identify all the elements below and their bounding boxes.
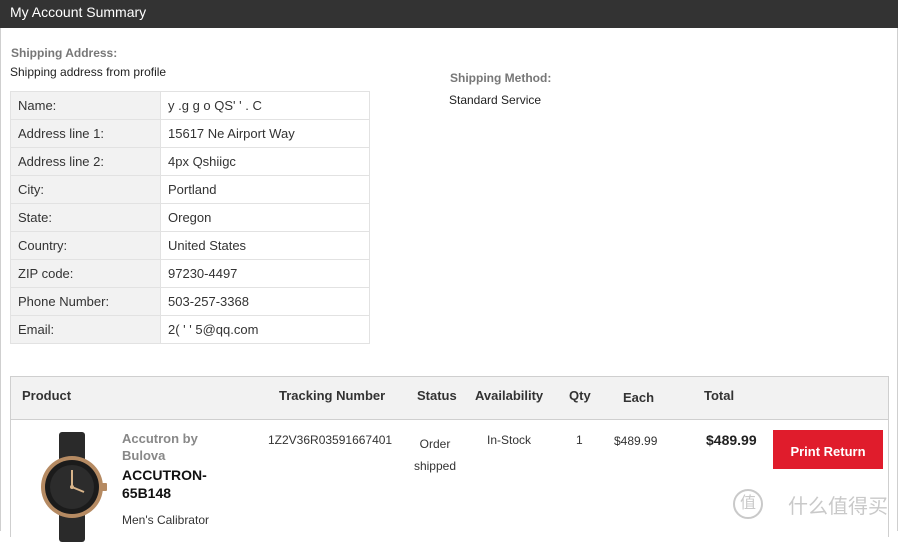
col-availability: Availability — [475, 388, 544, 403]
address-field-label: ZIP code: — [10, 259, 161, 288]
address-field-value: y .g g o QS' ' . C — [160, 91, 370, 120]
address-row: Phone Number: 503-257-3368 — [10, 287, 370, 316]
address-field-label: Address line 2: — [10, 147, 161, 176]
address-field-label: Name: — [10, 91, 161, 120]
col-each: Each — [623, 390, 655, 405]
address-field-value: Portland — [160, 175, 370, 204]
page-title-bar: My Account Summary — [0, 0, 898, 28]
shipping-address-label: Shipping Address: — [11, 46, 118, 60]
quantity: 1 — [576, 433, 583, 447]
address-field-value: 97230-4497 — [160, 259, 370, 288]
address-field-label: State: — [10, 203, 161, 232]
address-row: City: Portland — [10, 175, 370, 204]
print-return-button[interactable]: Print Return — [773, 430, 883, 469]
tracking-number[interactable]: 1Z2V36R03591667401 — [268, 433, 392, 447]
page-title: My Account Summary — [10, 4, 147, 20]
address-row: Address line 1: 15617 Ne Airport Way — [10, 119, 370, 148]
address-row: State: Oregon — [10, 203, 370, 232]
order-table-header: Product Tracking Number Status Availabil… — [11, 377, 888, 420]
watermark: 什么值得买 — [788, 496, 888, 518]
shipping-address-table: Name: y .g g o QS' ' . C Address line 1: 15… — [10, 91, 370, 344]
address-row: Address line 2: 4px Qshiigc — [10, 147, 370, 176]
address-field-label: Phone Number: — [10, 287, 161, 316]
shipping-address-note: Shipping address from profile — [10, 65, 167, 79]
address-row: Country: United States — [10, 231, 370, 260]
address-field-value: 15617 Ne Airport Way — [160, 119, 370, 148]
watermark-logo-icon: 值 — [733, 489, 763, 519]
product-brand[interactable]: Accutron by Bulova — [122, 430, 222, 464]
each-price: $489.99 — [614, 434, 658, 448]
product-model[interactable]: ACCUTRON- 65B148 — [122, 466, 222, 502]
col-total: Total — [704, 388, 735, 403]
address-field-label: City: — [10, 175, 161, 204]
address-row: ZIP code: 97230-4497 — [10, 259, 370, 288]
availability: In-Stock — [487, 433, 532, 447]
address-row: Email: 2( ' ' 5@qq.com — [10, 315, 370, 344]
address-row: Name: y .g g o QS' ' . C — [10, 91, 370, 120]
shipping-method-label: Shipping Method: — [450, 71, 552, 85]
order-status: Order shipped — [413, 437, 457, 473]
address-field-label: Address line 1: — [10, 119, 161, 148]
address-field-value: United States — [160, 231, 370, 260]
product-description: Men's Calibrator — [122, 513, 209, 527]
address-field-value: 503-257-3368 — [160, 287, 370, 316]
address-field-label: Country: — [10, 231, 161, 260]
watch-icon — [41, 432, 107, 542]
address-field-label: Email: — [10, 315, 161, 344]
address-field-value: Oregon — [160, 203, 370, 232]
address-field-value: 2( ' ' 5@qq.com — [160, 315, 370, 344]
col-tracking: Tracking Number — [279, 388, 386, 403]
col-product: Product — [22, 388, 72, 403]
col-status: Status — [417, 388, 457, 403]
shipping-method-value: Standard Service — [449, 93, 542, 107]
col-qty: Qty — [569, 388, 591, 403]
total-price: $489.99 — [706, 432, 757, 448]
address-field-value: 4px Qshiigc — [160, 147, 370, 176]
product-image[interactable] — [35, 432, 109, 542]
